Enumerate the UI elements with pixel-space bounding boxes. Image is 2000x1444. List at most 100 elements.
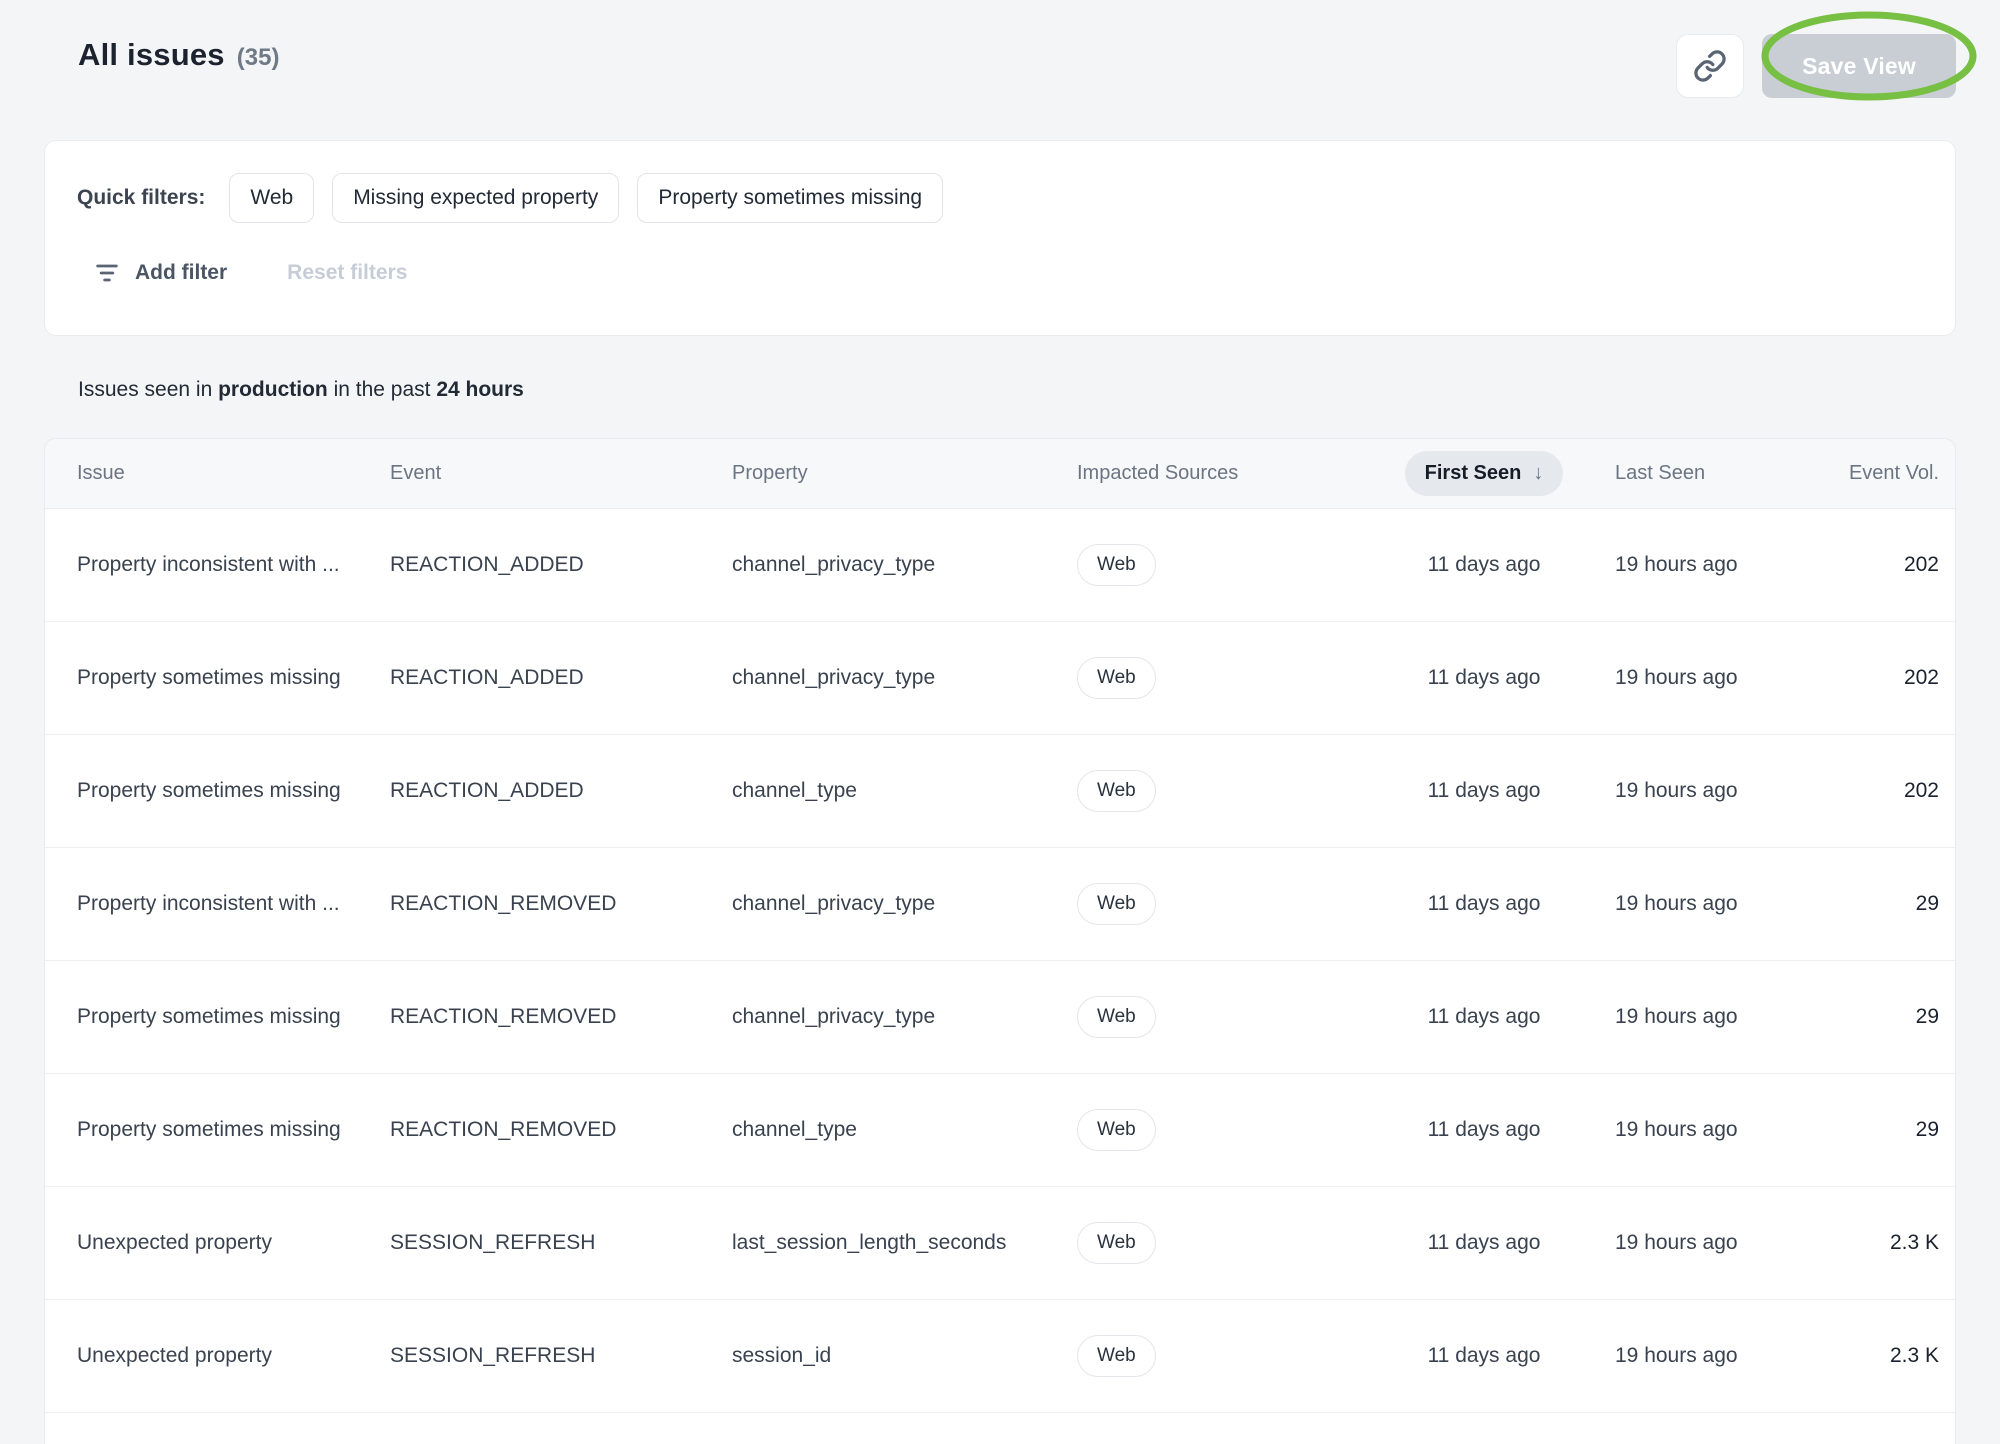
event-cell: REACTION_REMOVED	[390, 892, 732, 916]
quick-filters-row: Quick filters: Web Missing expected prop…	[77, 173, 1923, 223]
property-cell: channel_privacy_type	[732, 666, 1077, 690]
column-header-last-seen: Last Seen	[1569, 462, 1779, 485]
page-header: All issues (35) Save View	[0, 0, 2000, 140]
first-seen-cell: 11 days ago	[1428, 1005, 1541, 1029]
sort-descending-arrow-icon: ↓	[1533, 462, 1543, 485]
property-cell: channel_privacy_type	[732, 892, 1077, 916]
issue-cell: Property sometimes missing	[45, 1005, 390, 1029]
issue-cell: Unexpected property	[45, 1344, 390, 1368]
page-title: All issues	[78, 37, 225, 73]
column-header-issue: Issue	[45, 462, 390, 485]
source-badge-web: Web	[1077, 544, 1156, 586]
property-cell: session_id	[732, 1344, 1077, 1368]
quick-filter-property-sometimes-missing[interactable]: Property sometimes missing	[637, 173, 943, 223]
event-vol-cell: 202	[1904, 553, 1955, 577]
event-vol-cell: 2.3 K	[1890, 1231, 1955, 1255]
issues-scope-subtitle: Issues seen in production in the past 24…	[78, 378, 1956, 402]
property-cell: channel_type	[732, 1118, 1077, 1142]
last-seen-cell: 19 hours ago	[1569, 1118, 1779, 1142]
table-row[interactable]: Property sometimes missing REACTION_REMO…	[45, 1074, 1955, 1187]
add-filter-label: Add filter	[135, 261, 227, 285]
event-vol-cell: 29	[1916, 892, 1955, 916]
save-view-button[interactable]: Save View	[1762, 34, 1956, 98]
source-badge-web: Web	[1077, 883, 1156, 925]
event-vol-cell: 29	[1916, 1005, 1955, 1029]
last-seen-cell: 19 hours ago	[1569, 553, 1779, 577]
impacted-sources-cell: Web	[1077, 770, 1399, 812]
first-seen-cell: 11 days ago	[1428, 1344, 1541, 1368]
title-wrap: All issues (35)	[44, 37, 279, 73]
property-cell: last_session_length_seconds	[732, 1231, 1077, 1255]
impacted-sources-cell: Web	[1077, 1335, 1399, 1377]
issue-cell: Property sometimes missing	[45, 779, 390, 803]
table-row[interactable]: Property sometimes missing REACTION_ADDE…	[45, 622, 1955, 735]
property-cell: channel_privacy_type	[732, 1005, 1077, 1029]
first-seen-cell: 11 days ago	[1428, 553, 1541, 577]
event-cell: REACTION_ADDED	[390, 553, 732, 577]
first-seen-cell: 11 days ago	[1428, 666, 1541, 690]
first-seen-label: First Seen	[1425, 462, 1522, 485]
subtitle-middle: in the past	[328, 378, 437, 401]
column-header-property: Property	[732, 462, 1077, 485]
first-seen-cell: 11 days ago	[1428, 1118, 1541, 1142]
header-actions: Save View	[1676, 34, 1956, 98]
event-cell: REACTION_ADDED	[390, 666, 732, 690]
first-seen-cell: 11 days ago	[1428, 779, 1541, 803]
event-vol-cell: 202	[1904, 666, 1955, 690]
column-header-event-vol: Event Vol.	[1849, 462, 1955, 485]
issue-cell: Property sometimes missing	[45, 1118, 390, 1142]
source-badge-web: Web	[1077, 657, 1156, 699]
issue-count: (35)	[237, 44, 280, 72]
event-cell: REACTION_ADDED	[390, 779, 732, 803]
event-cell: SESSION_REFRESH	[390, 1231, 732, 1255]
filters-card: Quick filters: Web Missing expected prop…	[44, 140, 1956, 336]
issues-table: Issue Event Property Impacted Sources Fi…	[44, 438, 1956, 1444]
table-row[interactable]: Unexpected property SESSION_REFRESH sess…	[45, 1300, 1955, 1413]
copy-link-button[interactable]	[1676, 34, 1744, 98]
first-seen-cell: 11 days ago	[1428, 1231, 1541, 1255]
issue-cell: Property sometimes missing	[45, 666, 390, 690]
event-cell: REACTION_REMOVED	[390, 1005, 732, 1029]
issue-cell: Property inconsistent with ...	[45, 553, 390, 577]
subtitle-prefix: Issues seen in	[78, 378, 218, 401]
table-row[interactable]: Property inconsistent with ... REACTION_…	[45, 509, 1955, 622]
quick-filters-label: Quick filters:	[77, 186, 205, 210]
impacted-sources-cell: Web	[1077, 1109, 1399, 1151]
impacted-sources-cell: Web	[1077, 1222, 1399, 1264]
impacted-sources-cell: Web	[1077, 544, 1399, 586]
add-filter-button[interactable]: Add filter	[77, 249, 243, 297]
event-vol-cell: 202	[1904, 779, 1955, 803]
event-cell: REACTION_REMOVED	[390, 1118, 732, 1142]
table-body: Property inconsistent with ... REACTION_…	[45, 509, 1955, 1413]
partial-next-row	[45, 1413, 1955, 1444]
quick-filter-web[interactable]: Web	[229, 173, 314, 223]
subtitle-time-range: 24 hours	[436, 378, 524, 401]
property-cell: channel_type	[732, 779, 1077, 803]
issue-cell: Property inconsistent with ...	[45, 892, 390, 916]
first-seen-cell: 11 days ago	[1428, 892, 1541, 916]
reset-filters-button[interactable]: Reset filters	[287, 261, 407, 285]
last-seen-cell: 19 hours ago	[1569, 1344, 1779, 1368]
last-seen-cell: 19 hours ago	[1569, 1231, 1779, 1255]
event-cell: SESSION_REFRESH	[390, 1344, 732, 1368]
table-row[interactable]: Property sometimes missing REACTION_REMO…	[45, 961, 1955, 1074]
filter-actions-row: Add filter Reset filters	[77, 249, 1923, 297]
event-vol-cell: 2.3 K	[1890, 1344, 1955, 1368]
table-header-row: Issue Event Property Impacted Sources Fi…	[45, 439, 1955, 509]
table-row[interactable]: Property inconsistent with ... REACTION_…	[45, 848, 1955, 961]
quick-filter-missing-expected-property[interactable]: Missing expected property	[332, 173, 619, 223]
property-cell: channel_privacy_type	[732, 553, 1077, 577]
table-row[interactable]: Property sometimes missing REACTION_ADDE…	[45, 735, 1955, 848]
source-badge-web: Web	[1077, 1335, 1156, 1377]
subtitle-environment: production	[218, 378, 328, 401]
last-seen-cell: 19 hours ago	[1569, 892, 1779, 916]
source-badge-web: Web	[1077, 1222, 1156, 1264]
issue-cell: Unexpected property	[45, 1231, 390, 1255]
table-row[interactable]: Unexpected property SESSION_REFRESH last…	[45, 1187, 1955, 1300]
impacted-sources-cell: Web	[1077, 883, 1399, 925]
impacted-sources-cell: Web	[1077, 657, 1399, 699]
column-header-first-seen-sort[interactable]: First Seen ↓	[1405, 451, 1564, 496]
source-badge-web: Web	[1077, 1109, 1156, 1151]
link-icon	[1693, 49, 1727, 83]
source-badge-web: Web	[1077, 770, 1156, 812]
